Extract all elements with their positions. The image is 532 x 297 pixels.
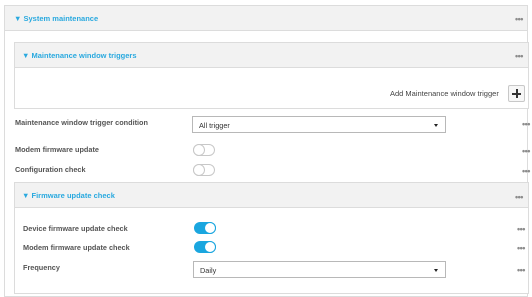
modem-firmware-update-toggle[interactable] xyxy=(193,144,215,156)
modem-firmware-update-more-icon[interactable]: ••• xyxy=(522,147,530,156)
modem-firmware-check-label: Modem firmware update check xyxy=(23,243,130,252)
chevron-down-icon xyxy=(434,269,438,272)
toggle-knob xyxy=(193,144,205,156)
add-trigger-button[interactable] xyxy=(508,85,525,102)
configuration-check-label: Configuration check xyxy=(15,165,86,174)
plus-icon-vertical xyxy=(516,89,518,98)
firmware-update-check-panel: ▼ Firmware update check ••• Device firmw… xyxy=(14,182,529,294)
device-firmware-check-more-icon[interactable]: ••• xyxy=(517,225,525,234)
maintenance-window-triggers-panel: ▼ Maintenance window triggers ••• Add Ma… xyxy=(14,42,529,109)
toggle-knob xyxy=(204,222,216,234)
maintenance-window-triggers-title[interactable]: ▼ Maintenance window triggers xyxy=(22,51,137,60)
trigger-condition-select[interactable]: All trigger xyxy=(192,116,446,133)
add-trigger-label: Add Maintenance window trigger xyxy=(390,89,499,98)
frequency-value: Daily xyxy=(200,266,217,275)
configuration-check-more-icon[interactable]: ••• xyxy=(522,167,530,176)
frequency-label: Frequency xyxy=(23,263,60,272)
frequency-more-icon[interactable]: ••• xyxy=(517,266,525,275)
system-maintenance-more-icon[interactable]: ••• xyxy=(515,15,523,24)
chevron-down-icon xyxy=(434,124,438,127)
device-firmware-check-toggle[interactable] xyxy=(194,222,216,234)
modem-firmware-check-more-icon[interactable]: ••• xyxy=(517,244,525,253)
trigger-condition-more-icon[interactable]: ••• xyxy=(522,120,530,129)
frequency-select[interactable]: Daily xyxy=(193,261,446,278)
system-maintenance-title[interactable]: ▼ System maintenance xyxy=(14,14,98,23)
firmware-update-check-more-icon[interactable]: ••• xyxy=(515,193,523,202)
maintenance-window-triggers-header[interactable]: ▼ Maintenance window triggers ••• xyxy=(15,43,528,68)
system-maintenance-header[interactable]: ▼ System maintenance ••• xyxy=(5,6,527,31)
configuration-check-toggle[interactable] xyxy=(193,164,215,176)
trigger-condition-label: Maintenance window trigger condition xyxy=(15,118,148,127)
toggle-knob xyxy=(204,241,216,253)
modem-firmware-update-label: Modem firmware update xyxy=(15,145,99,154)
modem-firmware-check-toggle[interactable] xyxy=(194,241,216,253)
firmware-update-check-title[interactable]: ▼ Firmware update check xyxy=(22,191,115,200)
trigger-condition-value: All trigger xyxy=(199,121,230,130)
toggle-knob xyxy=(193,164,205,176)
maintenance-window-triggers-more-icon[interactable]: ••• xyxy=(515,52,523,61)
device-firmware-check-label: Device firmware update check xyxy=(23,224,128,233)
firmware-update-check-header[interactable]: ▼ Firmware update check ••• xyxy=(15,183,528,208)
